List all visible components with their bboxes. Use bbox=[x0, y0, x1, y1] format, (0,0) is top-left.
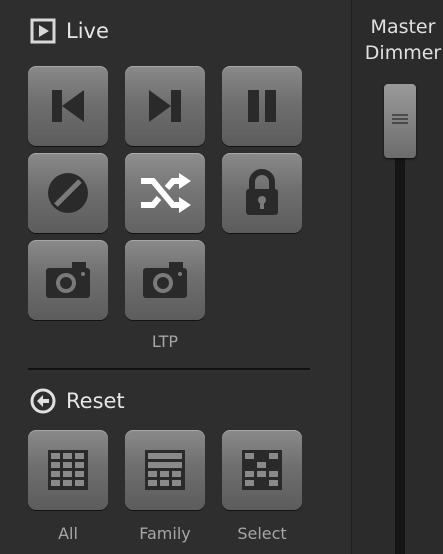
live-panel: Live LTP Reset All Family Select Master … bbox=[0, 0, 443, 554]
blackout-button[interactable] bbox=[28, 153, 108, 233]
section-divider bbox=[28, 368, 310, 370]
reset-title: Reset bbox=[66, 389, 125, 413]
grip-lines-icon bbox=[392, 118, 408, 120]
master-label-line1: Master bbox=[370, 16, 436, 38]
snapshot-button-2[interactable] bbox=[125, 240, 205, 320]
skip-next-icon bbox=[141, 82, 189, 130]
lock-button[interactable] bbox=[222, 153, 302, 233]
reset-select-button[interactable] bbox=[222, 430, 302, 510]
play-square-icon bbox=[30, 18, 56, 44]
reset-family-label: Family bbox=[139, 524, 191, 543]
skip-previous-icon bbox=[44, 82, 92, 130]
grid-all-icon bbox=[45, 447, 91, 493]
reset-all-button[interactable] bbox=[28, 430, 108, 510]
master-dimmer-label: Master Dimmer bbox=[358, 14, 443, 66]
master-label-line2: Dimmer bbox=[364, 42, 442, 64]
master-fader-track[interactable] bbox=[395, 98, 405, 554]
grid-family-icon bbox=[142, 447, 188, 493]
column-divider bbox=[351, 0, 352, 554]
lock-icon bbox=[238, 167, 286, 219]
reset-all-label: All bbox=[58, 524, 78, 543]
snapshot-button-1[interactable] bbox=[28, 240, 108, 320]
reset-select-label: Select bbox=[237, 524, 287, 543]
camera-icon bbox=[42, 258, 94, 302]
reset-family-button[interactable] bbox=[125, 430, 205, 510]
camera-icon bbox=[139, 258, 191, 302]
back-arrow-icon bbox=[30, 388, 56, 414]
pause-button[interactable] bbox=[222, 66, 302, 146]
skip-previous-button[interactable] bbox=[28, 66, 108, 146]
grid-select-icon bbox=[239, 447, 285, 493]
shuffle-icon bbox=[137, 171, 193, 215]
live-title: Live bbox=[66, 19, 109, 43]
skip-next-button[interactable] bbox=[125, 66, 205, 146]
blackout-icon bbox=[43, 168, 93, 218]
pause-icon bbox=[238, 82, 286, 130]
ltp-label: LTP bbox=[151, 332, 179, 351]
master-fader-handle[interactable] bbox=[384, 84, 416, 158]
shuffle-button[interactable] bbox=[125, 153, 205, 233]
reset-header[interactable]: Reset bbox=[30, 388, 125, 414]
live-header: Live bbox=[30, 18, 109, 44]
controls-column: Live LTP Reset All Family Select bbox=[0, 0, 352, 554]
